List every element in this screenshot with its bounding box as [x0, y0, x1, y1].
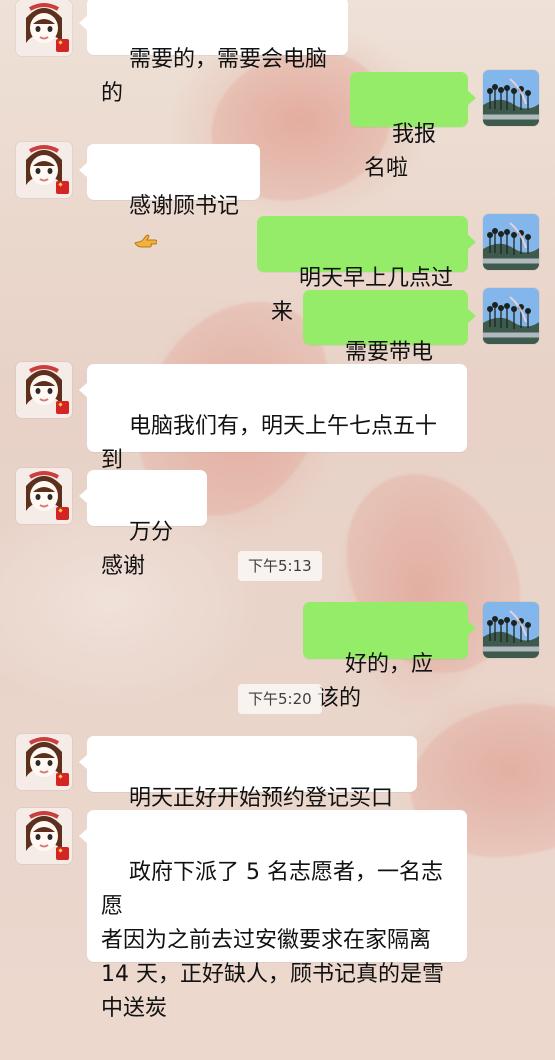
- outgoing-message-bubble: 明天早上几点过来: [257, 216, 476, 325]
- landscape-avatar[interactable]: [483, 288, 539, 344]
- chat-message-row: 我报名啦: [0, 70, 555, 181]
- china-flag-icon: [56, 773, 69, 786]
- timestamp-text: 下午5:20: [248, 690, 312, 708]
- girl-avatar[interactable]: [16, 142, 72, 198]
- chat-message-row: 电脑我们有，明天上午七点五十到 村: [0, 362, 555, 507]
- timestamp: 下午5:20: [238, 684, 322, 714]
- landscape-avatar-icon: [483, 70, 539, 126]
- incoming-message-bubble: 需要的，需要会电脑的: [79, 0, 348, 106]
- message-text: 政府下派了 5 名志愿者，一名志愿 者因为之前去过安徽要求在家隔离 14 天，正…: [101, 860, 444, 1021]
- landscape-avatar-icon: [483, 288, 539, 344]
- girl-avatar[interactable]: [16, 362, 72, 418]
- outgoing-message-bubble: 好的，应该的: [303, 602, 476, 711]
- chat-message-row: 好的，应该的: [0, 602, 555, 711]
- chat-message-row: 万分感谢: [0, 468, 555, 579]
- chat-message-row: 明天正好开始预约登记买口罩: [0, 734, 555, 845]
- incoming-message-bubble: 万分感谢: [79, 470, 207, 579]
- china-flag-icon: [56, 847, 69, 860]
- china-flag-icon: [56, 181, 69, 194]
- chat-message-row: 感谢顾书记: [0, 142, 555, 248]
- girl-avatar[interactable]: [16, 734, 72, 790]
- incoming-message-bubble: 感谢顾书记: [79, 144, 260, 248]
- timestamp: 下午5:13: [238, 551, 322, 581]
- landscape-avatar[interactable]: [483, 214, 539, 270]
- girl-avatar[interactable]: [16, 808, 72, 864]
- landscape-avatar-icon: [483, 602, 539, 658]
- chat-message-row: 需要带电脑吗: [0, 288, 555, 399]
- outgoing-message-bubble: 我报名啦: [350, 72, 476, 181]
- chat-message-row: 明天早上几点过来: [0, 214, 555, 325]
- timestamp-text: 下午5:13: [248, 557, 312, 575]
- china-flag-icon: [56, 39, 69, 52]
- china-flag-icon: [56, 401, 69, 414]
- incoming-message-bubble: 明天正好开始预约登记买口罩: [79, 736, 417, 845]
- outgoing-message-bubble: 需要带电脑吗: [303, 290, 476, 399]
- landscape-avatar[interactable]: [483, 70, 539, 126]
- landscape-avatar-icon: [483, 214, 539, 270]
- chat-message-row: 政府下派了 5 名志愿者，一名志愿 者因为之前去过安徽要求在家隔离 14 天，正…: [0, 808, 555, 1021]
- china-flag-icon: [56, 507, 69, 520]
- chat-message-row: 需要的，需要会电脑的: [0, 0, 555, 106]
- landscape-avatar[interactable]: [483, 602, 539, 658]
- incoming-message-bubble: 政府下派了 5 名志愿者，一名志愿 者因为之前去过安徽要求在家隔离 14 天，正…: [79, 810, 467, 1021]
- girl-avatar[interactable]: [16, 0, 72, 56]
- girl-avatar[interactable]: [16, 468, 72, 524]
- incoming-message-bubble: 电脑我们有，明天上午七点五十到 村: [79, 364, 467, 507]
